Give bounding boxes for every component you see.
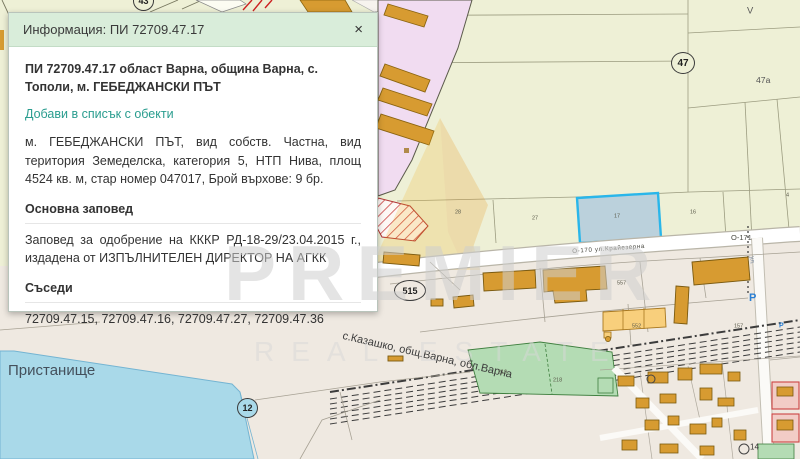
add-to-list-link[interactable]: Добави в списък с обекти <box>25 105 361 123</box>
parcel-label: 557 <box>617 280 626 286</box>
parcel-label: 16 <box>690 209 696 215</box>
info-panel-body: ПИ 72709.47.17 област Варна, община Варн… <box>9 47 377 328</box>
parcel-label: 218 <box>553 377 562 383</box>
info-panel: Информация: ПИ 72709.47.17 × ПИ 72709.47… <box>8 12 378 312</box>
road-number-515: 515 <box>394 280 426 301</box>
parcel-label: 219 <box>498 369 507 375</box>
order-text: Заповед за одобрение на КККР РД-18-29/23… <box>25 231 361 267</box>
info-panel-header: Информация: ПИ 72709.47.17 × <box>9 13 377 47</box>
property-details: м. ГЕБЕДЖАНСКИ ПЪТ, вид собств. Частна, … <box>25 133 361 187</box>
parcel-label: 28 <box>455 209 461 215</box>
property-title: ПИ 72709.47.17 област Варна, община Варн… <box>25 60 361 96</box>
parcel-label-47a: 47а <box>756 75 770 85</box>
close-icon[interactable]: × <box>352 22 365 37</box>
info-panel-title: Информация: ПИ 72709.47.17 <box>23 22 352 37</box>
cadastral-map-app: Пристанище с.Казашко, общ.Варна, обл.Вар… <box>0 0 800 459</box>
road-o171-label: О-171 <box>731 234 752 242</box>
neighbors-list: 72709.47.15, 72709.47.16, 72709.47.27, 7… <box>25 310 361 328</box>
parcel-label: 27 <box>532 215 538 221</box>
parking-icon: P <box>779 322 784 330</box>
parcel-label: 552 <box>632 323 641 329</box>
parcel-number-12: 12 <box>237 398 258 418</box>
region-v-label: V <box>747 5 753 16</box>
port-label: Пристанище <box>8 362 95 379</box>
parcel-number-47: 47 <box>671 52 695 74</box>
parcel-label: 4 <box>786 192 789 198</box>
order-section-heading: Основна заповед <box>25 200 361 224</box>
neighbors-section-heading: Съседи <box>25 279 361 303</box>
parcel-label-17: 17 <box>614 213 620 219</box>
parcel-label: 157 <box>734 323 743 329</box>
parcel-number-14: 14 <box>750 443 759 452</box>
street-label: ул. <box>749 256 756 265</box>
parking-icon: P <box>749 292 756 304</box>
